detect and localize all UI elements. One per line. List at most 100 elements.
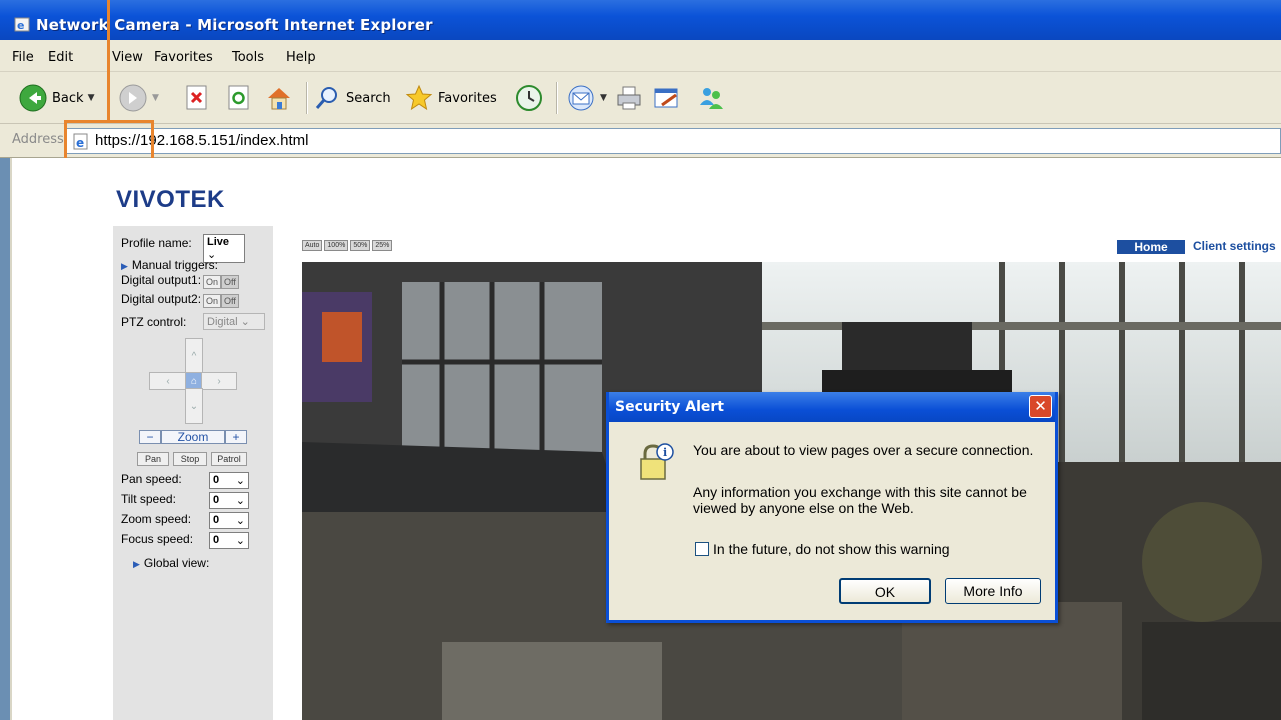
messenger-button[interactable] [696, 80, 726, 116]
forward-arrow-icon [119, 84, 147, 112]
dialog-close-button[interactable]: ✕ [1029, 395, 1052, 418]
menu-view[interactable]: View [112, 50, 143, 65]
more-info-button[interactable]: More Info [945, 578, 1041, 604]
dont-show-warning-checkbox[interactable] [695, 542, 709, 556]
svg-text:e: e [17, 19, 24, 32]
focus-speed-label: Focus speed: [121, 532, 194, 546]
focus-speed-select[interactable]: 0 ⌄ [209, 532, 249, 549]
edit-button[interactable] [652, 80, 682, 116]
focus-speed-value: 0 [213, 534, 220, 546]
page-left-frame [0, 158, 10, 720]
dialog-title: Security Alert [615, 399, 724, 415]
bullet-arrow-icon: ▶ [133, 559, 140, 569]
refresh-button[interactable] [226, 80, 252, 116]
ptz-control-select[interactable]: Digital ⌄ [203, 313, 265, 330]
do1-off-button[interactable]: Off [221, 275, 239, 289]
do2-off-button[interactable]: Off [221, 294, 239, 308]
chevron-down-icon: ⌄ [240, 316, 250, 328]
forward-button[interactable]: ▼ [118, 80, 159, 116]
client-settings-link[interactable]: Client settings [1193, 239, 1276, 253]
print-icon [617, 86, 641, 110]
search-label: Search [346, 90, 391, 106]
back-button[interactable]: Back ▼ [18, 80, 94, 116]
back-dropdown-icon[interactable]: ▼ [88, 93, 95, 103]
search-button[interactable]: Search [314, 80, 391, 116]
control-panel: Profile name: Live ⌄ ▶ Manual triggers: D… [113, 226, 273, 720]
favorites-label: Favorites [438, 90, 497, 106]
stop-button[interactable] [184, 80, 210, 116]
svg-text:i: i [663, 446, 667, 459]
dialog-titlebar: Security Alert ✕ [609, 392, 1055, 422]
zoom-out-button[interactable]: − [139, 430, 161, 444]
ok-button[interactable]: OK [839, 578, 931, 604]
refresh-icon [228, 85, 249, 110]
dont-show-warning-label[interactable]: In the future, do not show this warning [713, 541, 950, 557]
stop-icon [186, 85, 207, 110]
close-icon: ✕ [1034, 397, 1047, 415]
size-25-button[interactable]: 25% [372, 240, 393, 251]
mail-dropdown-icon[interactable]: ▼ [600, 93, 607, 103]
stop-button[interactable]: Stop [173, 452, 207, 466]
pan-right-button[interactable]: › [201, 372, 237, 390]
mail-icon [568, 85, 594, 111]
menu-edit[interactable]: Edit [48, 50, 73, 65]
dialog-message-line1: You are about to view pages over a secur… [693, 442, 1034, 458]
digital-output2-label: Digital output2: [121, 292, 202, 306]
chevron-down-icon: ⌄ [235, 495, 245, 507]
do1-on-button[interactable]: On [203, 275, 222, 289]
lock-info-icon: i [640, 443, 674, 480]
callout-highlight-box [64, 120, 154, 163]
address-label: Address [12, 132, 64, 147]
tilt-up-button[interactable]: ^ [185, 338, 203, 374]
chevron-right-icon: › [217, 375, 221, 387]
do2-on-button[interactable]: On [203, 294, 222, 308]
history-button[interactable] [514, 80, 544, 116]
address-field[interactable]: e https://192.168.5.151/index.html [66, 128, 1281, 154]
zoom-in-button[interactable]: + [225, 430, 247, 444]
home-button[interactable] [264, 80, 294, 116]
menu-file[interactable]: File [12, 50, 34, 65]
tilt-speed-label: Tilt speed: [121, 492, 176, 506]
toolbar-separator [556, 82, 557, 114]
page-left-frame-inner [10, 158, 12, 720]
menu-bar: File Edit View Favorites Tools Help [0, 40, 1281, 72]
chevron-left-icon: ‹ [166, 375, 170, 387]
patrol-button[interactable]: Patrol [211, 452, 247, 466]
window-titlebar: e Network Camera - Microsoft Internet Ex… [0, 0, 1281, 40]
tilt-down-button[interactable]: ⌄ [185, 388, 203, 424]
pan-speed-value: 0 [213, 474, 220, 486]
home-tab[interactable]: Home [1117, 240, 1185, 254]
back-label: Back [52, 90, 84, 106]
mail-button[interactable]: ▼ [566, 80, 607, 116]
bullet-arrow-icon: ▶ [121, 261, 128, 271]
security-alert-dialog: Security Alert ✕ i You are about to view… [606, 392, 1058, 623]
ptz-select-value: Digital [207, 316, 238, 328]
print-button[interactable] [614, 80, 644, 116]
menu-favorites[interactable]: Favorites [154, 50, 213, 65]
size-auto-button[interactable]: Auto [302, 240, 323, 251]
chevron-down-icon: ⌄ [235, 475, 245, 487]
pan-speed-label: Pan speed: [121, 472, 182, 486]
vivotek-logo: VIVOTEK [116, 186, 225, 213]
forward-dropdown-icon[interactable]: ▼ [152, 93, 159, 103]
size-100-button[interactable]: 100% [324, 240, 349, 251]
address-bar: Address e https://192.168.5.151/index.ht… [0, 124, 1281, 158]
tilt-speed-value: 0 [213, 494, 220, 506]
favorites-star-icon [405, 84, 433, 111]
tilt-speed-select[interactable]: 0 ⌄ [209, 492, 249, 509]
menu-help[interactable]: Help [286, 50, 316, 65]
global-view-label[interactable]: ▶ Global view: [133, 556, 209, 570]
favorites-button[interactable]: Favorites [404, 80, 497, 116]
search-icon [315, 87, 337, 109]
zoom-speed-select[interactable]: 0 ⌄ [209, 512, 249, 529]
home-icon: ⌂ [190, 375, 198, 387]
pan-left-button[interactable]: ‹ [149, 372, 187, 390]
menu-tools[interactable]: Tools [232, 50, 264, 65]
size-50-button[interactable]: 50% [350, 240, 371, 251]
pan-button[interactable]: Pan [137, 452, 169, 466]
callout-leader-line [107, 0, 110, 120]
pan-speed-select[interactable]: 0 ⌄ [209, 472, 249, 489]
window-title: Network Camera - Microsoft Internet Expl… [36, 16, 433, 34]
edit-page-icon [654, 88, 678, 108]
manual-triggers-label: ▶ Manual triggers: [121, 258, 218, 272]
